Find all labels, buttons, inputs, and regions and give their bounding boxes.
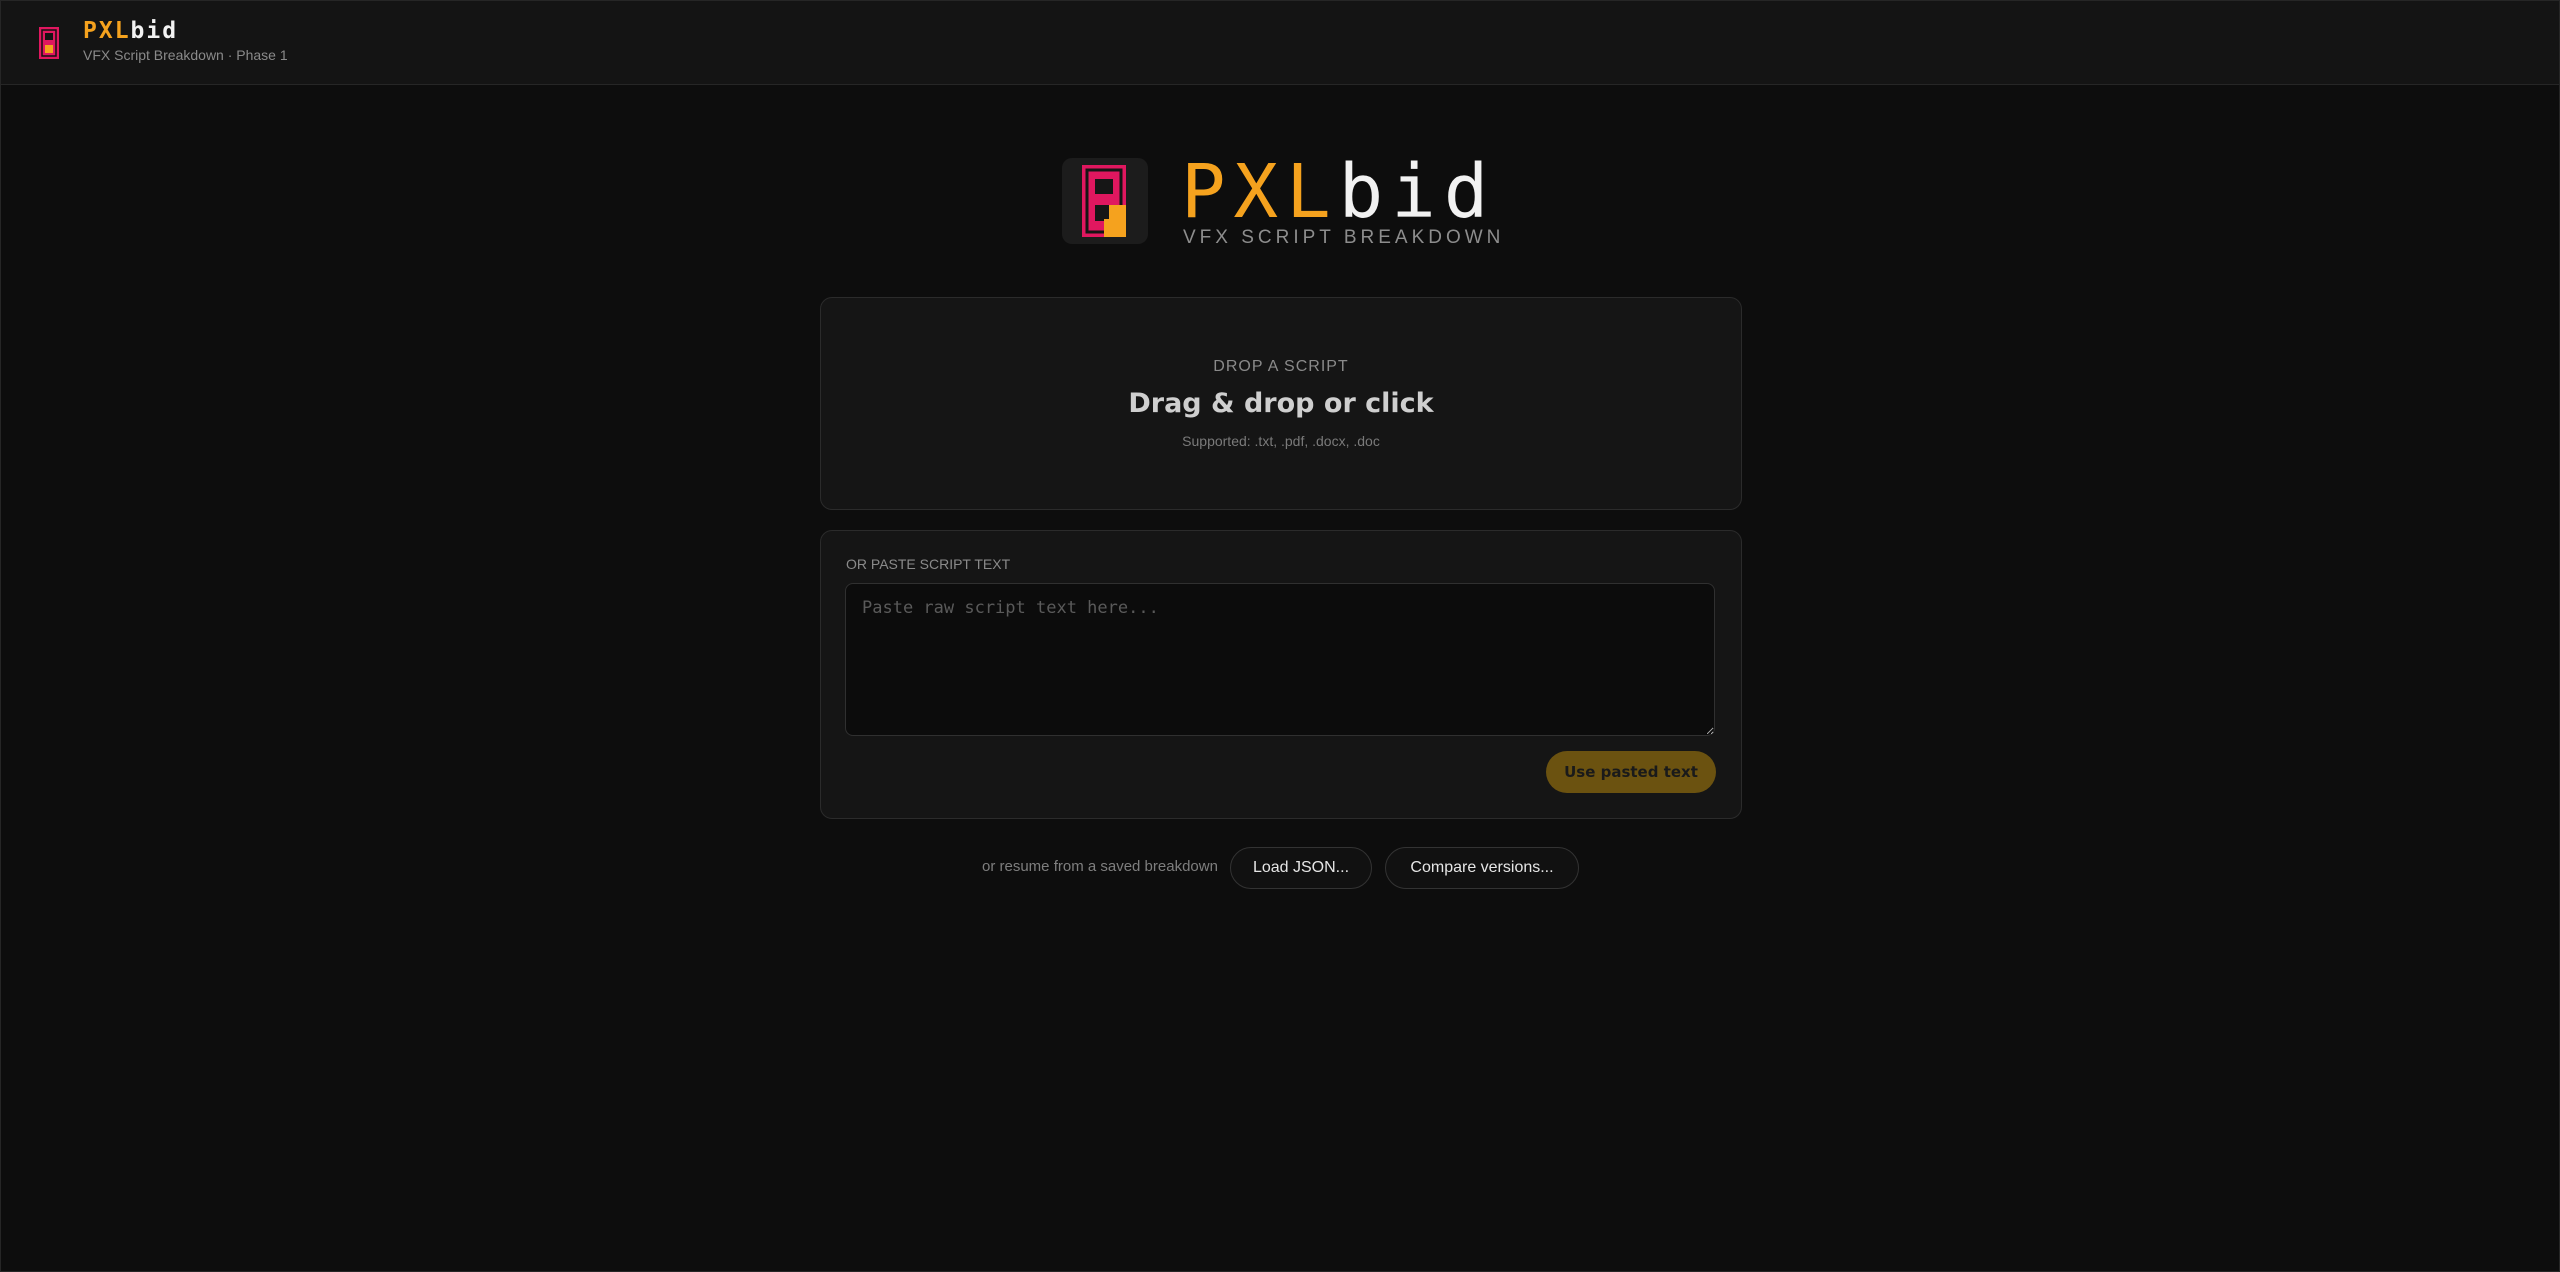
dropzone-kicker: DROP A SCRIPT (1213, 358, 1349, 375)
paste-script-textarea[interactable] (845, 583, 1715, 736)
paste-label: OR PASTE SCRIPT TEXT (846, 556, 1011, 572)
dropzone-title: Drag & drop or click (1128, 388, 1434, 419)
header-brand: PXLbid (83, 17, 178, 45)
app-window: PXLbid VFX Script Breakdown · Phase 1 PX… (0, 0, 2560, 1272)
load-json-button[interactable]: Load JSON... (1230, 847, 1372, 889)
use-pasted-text-button[interactable]: Use pasted text (1546, 751, 1716, 793)
hero-logo (1062, 158, 1148, 244)
hero-brand-secondary: bid (1338, 149, 1497, 235)
script-dropzone[interactable]: DROP A SCRIPT Drag & drop or click Suppo… (820, 297, 1742, 510)
paste-script-card: OR PASTE SCRIPT TEXT Use pasted text (820, 530, 1742, 819)
hero-brand: PXLbid (1181, 147, 1496, 237)
pxlbid-logo-icon (39, 27, 59, 59)
compare-versions-button[interactable]: Compare versions... (1385, 847, 1579, 889)
resume-text: or resume from a saved breakdown (982, 858, 1218, 875)
hero-brand-primary: PXL (1181, 149, 1339, 235)
hero-tagline: VFX SCRIPT BREAKDOWN (1183, 227, 1505, 248)
header-brand-primary: PXL (83, 18, 131, 44)
dropzone-supported-formats: Supported: .txt, .pdf, .docx, .doc (1182, 433, 1380, 449)
header-brand-secondary: bid (130, 18, 179, 44)
header-subtitle: VFX Script Breakdown · Phase 1 (83, 47, 288, 63)
pxlbid-logo-icon (1082, 165, 1126, 237)
top-bar: PXLbid VFX Script Breakdown · Phase 1 (1, 1, 2559, 85)
